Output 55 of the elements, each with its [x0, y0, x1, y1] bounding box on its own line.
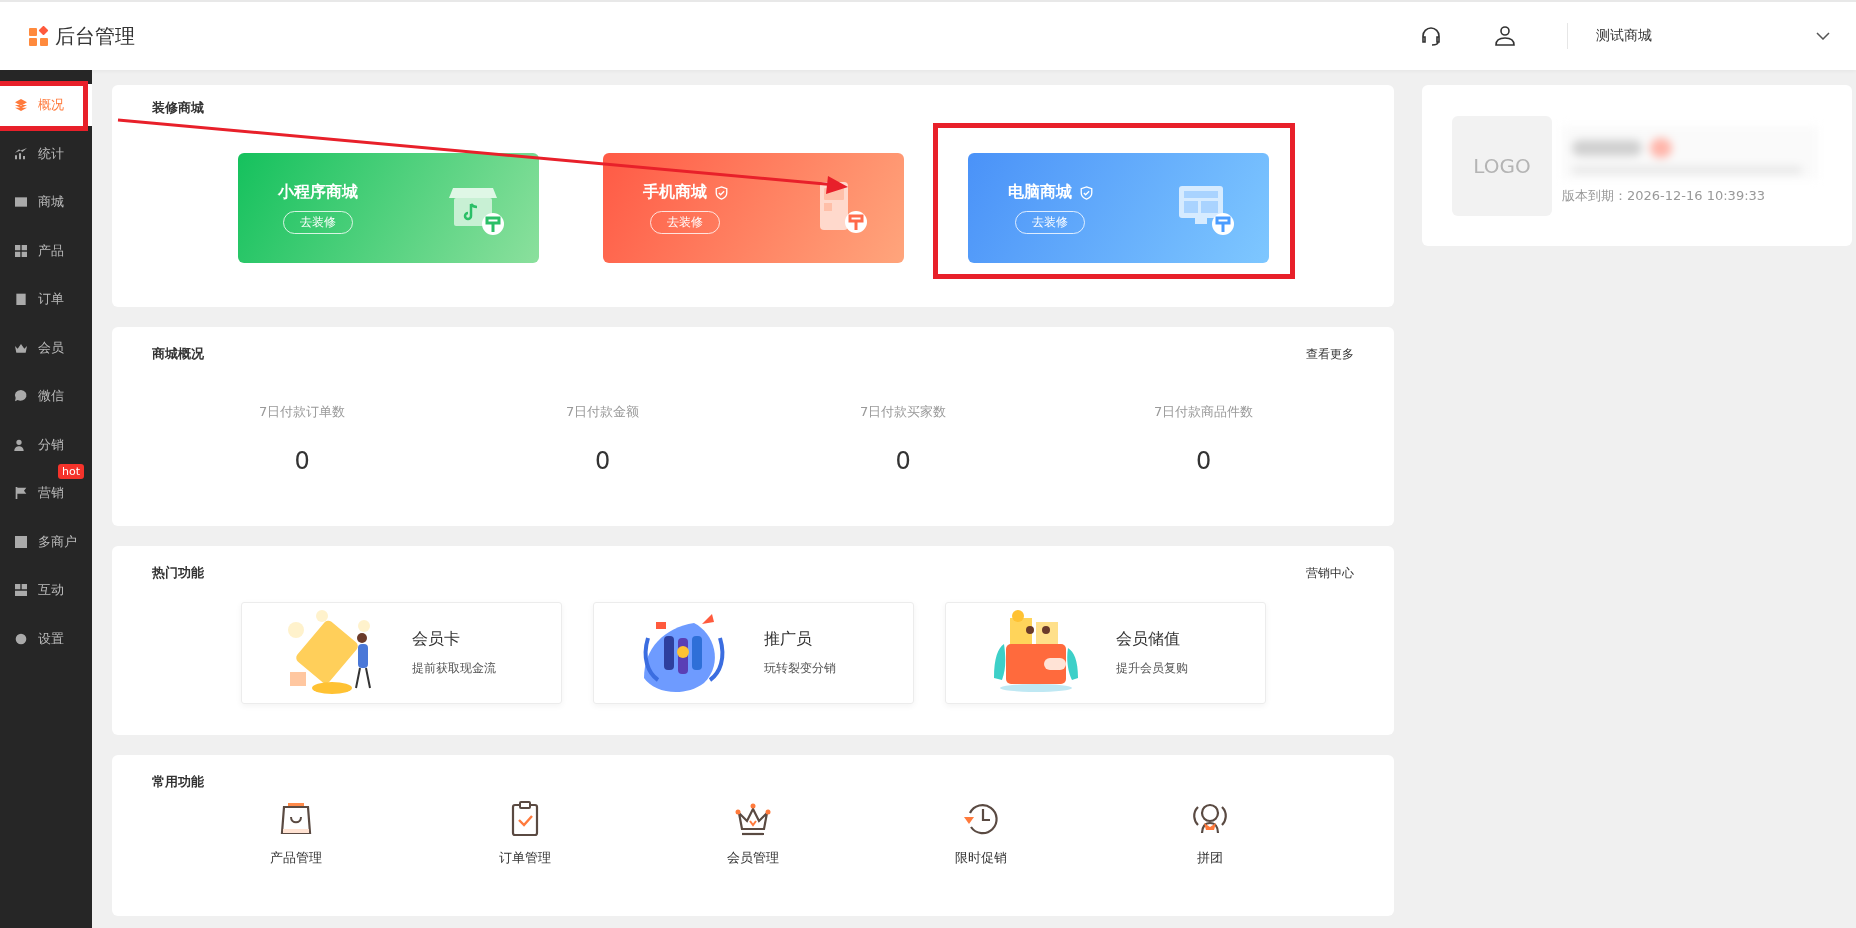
section-title: 热门功能 [152, 564, 204, 582]
user-icon[interactable] [1493, 24, 1517, 48]
stat-label: 7日付款金额 [566, 403, 640, 421]
sidebar-item[interactable]: 互动 [0, 569, 92, 611]
shortcut-item[interactable]: 拼团 [1149, 799, 1270, 867]
sidebar-item[interactable]: 多商户 [0, 520, 92, 563]
expiry-text: 版本到期：2026-12-16 10:39:33 [1562, 187, 1767, 205]
chevron-down-icon[interactable] [1816, 32, 1830, 40]
stat-label: 7日付款买家数 [860, 403, 947, 421]
section-title: 常用功能 [152, 773, 205, 791]
feature-subtitle: 提前获取现金流 [411, 660, 496, 677]
shortcut-item[interactable]: 限时促销 [921, 799, 1042, 867]
sidebar-item[interactable]: 订单 [0, 278, 92, 320]
logo-text: LOGO [1473, 153, 1531, 178]
layers-icon [13, 97, 29, 113]
sidebar-item[interactable]: 分销 [0, 423, 92, 466]
logo-icon [29, 26, 49, 46]
stat-value: 0 [595, 447, 611, 475]
card-title: 电脑商城 [1007, 182, 1072, 203]
shortcut-item[interactable]: 产品管理 [236, 799, 357, 867]
more-link[interactable]: 查看更多 [1306, 345, 1354, 363]
sidebar-item[interactable]: 产品 [0, 229, 92, 272]
feature-title: 会员卡 [411, 629, 461, 650]
shortcut-item[interactable]: 会员管理 [692, 799, 813, 867]
sidebar-item[interactable]: 会员 [0, 326, 92, 369]
feature-card[interactable]: 会员卡 提前获取现金流 [240, 602, 562, 704]
feature-title: 会员储值 [1115, 629, 1181, 650]
stat-label: 7日付款商品件数 [1154, 403, 1254, 421]
marketing-link[interactable]: 营销中心 [1306, 564, 1354, 582]
card-title: 手机商城 [642, 182, 707, 203]
chat-icon [13, 388, 29, 404]
flag-icon [13, 485, 29, 501]
stat-value: 0 [1196, 447, 1212, 475]
stat-value: 0 [294, 447, 310, 475]
feature-title: 推广员 [763, 629, 813, 650]
feature-subtitle: 玩转裂变分销 [763, 660, 836, 677]
card-title: 小程序商城 [277, 182, 358, 203]
section-title: 商城概况 [152, 345, 204, 363]
hot-badge: hot [58, 464, 84, 479]
grid-icon [13, 242, 29, 259]
stat-label: 7日付款订单数 [259, 403, 346, 421]
app-title: 后台管理 [55, 22, 135, 50]
store-name[interactable]: 测试商城 [1596, 27, 1816, 45]
section-title: 装修商城 [152, 99, 205, 117]
feature-subtitle: 提升会员复购 [1115, 660, 1188, 677]
grid-icon [13, 582, 29, 598]
feature-card[interactable]: 推广员 玩转裂变分销 [592, 602, 914, 704]
feature-card[interactable]: 会员储值 提升会员复购 [944, 602, 1266, 704]
sidebar-item[interactable]: 微信 [0, 375, 92, 417]
sidebar-item[interactable]: 统计 [0, 132, 92, 175]
sidebar-item[interactable]: 设置 [0, 617, 92, 660]
stat-value: 0 [895, 447, 911, 475]
sidebar-item[interactable]: 商城 [0, 181, 92, 223]
headset-icon[interactable] [1419, 24, 1443, 48]
shortcut-item[interactable]: 订单管理 [464, 799, 585, 867]
